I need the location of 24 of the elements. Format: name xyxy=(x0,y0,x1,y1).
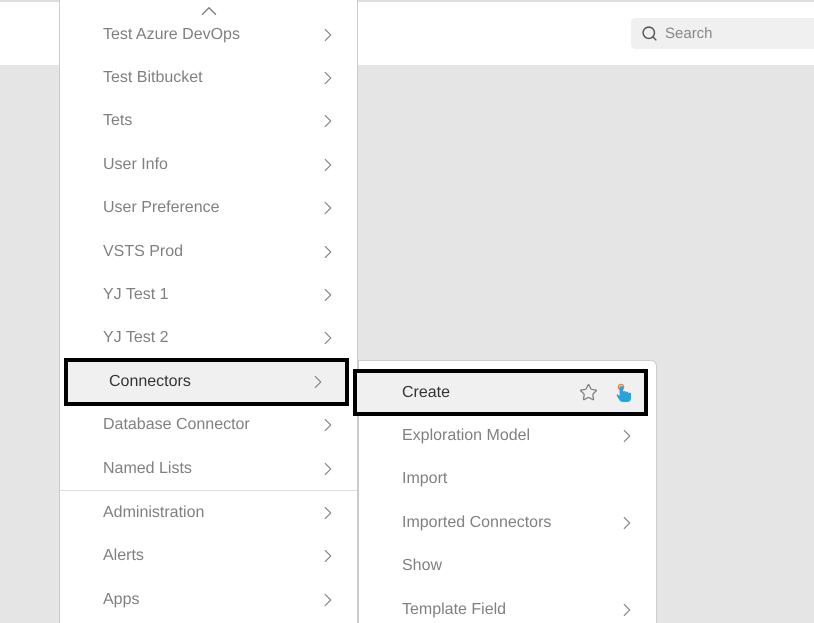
star-icon[interactable] xyxy=(579,383,598,402)
menu-item[interactable]: Create xyxy=(355,371,646,414)
menu-item[interactable]: Tets xyxy=(60,100,357,144)
menu-item[interactable]: Show xyxy=(359,544,656,588)
menu-item[interactable]: User Preference xyxy=(60,186,357,230)
pointer-icon xyxy=(614,382,634,403)
search-field[interactable]: Search xyxy=(631,18,814,49)
menu-item[interactable]: User Info xyxy=(60,143,357,187)
menu-item[interactable]: Administration xyxy=(60,491,357,535)
menu-item[interactable]: Import xyxy=(359,458,656,502)
menu-item[interactable]: Test Azure DevOps xyxy=(60,13,357,56)
menu-item[interactable]: Test Bitbucket xyxy=(60,56,357,100)
menu-item[interactable]: Exploration Model xyxy=(359,414,656,458)
search-icon xyxy=(641,25,658,42)
menu-item[interactable]: Connectors xyxy=(66,360,347,404)
menu-item[interactable]: Apps xyxy=(60,578,357,622)
menu-item[interactable]: Named Lists xyxy=(60,446,357,490)
menu-item[interactable]: Alerts xyxy=(60,534,357,578)
menu-item[interactable]: Database Connector xyxy=(60,404,357,447)
menu-item[interactable]: YJ Test 1 xyxy=(60,273,357,317)
menu-item[interactable]: Template Field xyxy=(359,588,656,623)
menu-item[interactable]: Imported Connectors xyxy=(359,501,656,545)
menu-item[interactable]: YJ Test 2 xyxy=(60,316,357,360)
menu-item[interactable]: VSTS Prod xyxy=(60,230,357,274)
